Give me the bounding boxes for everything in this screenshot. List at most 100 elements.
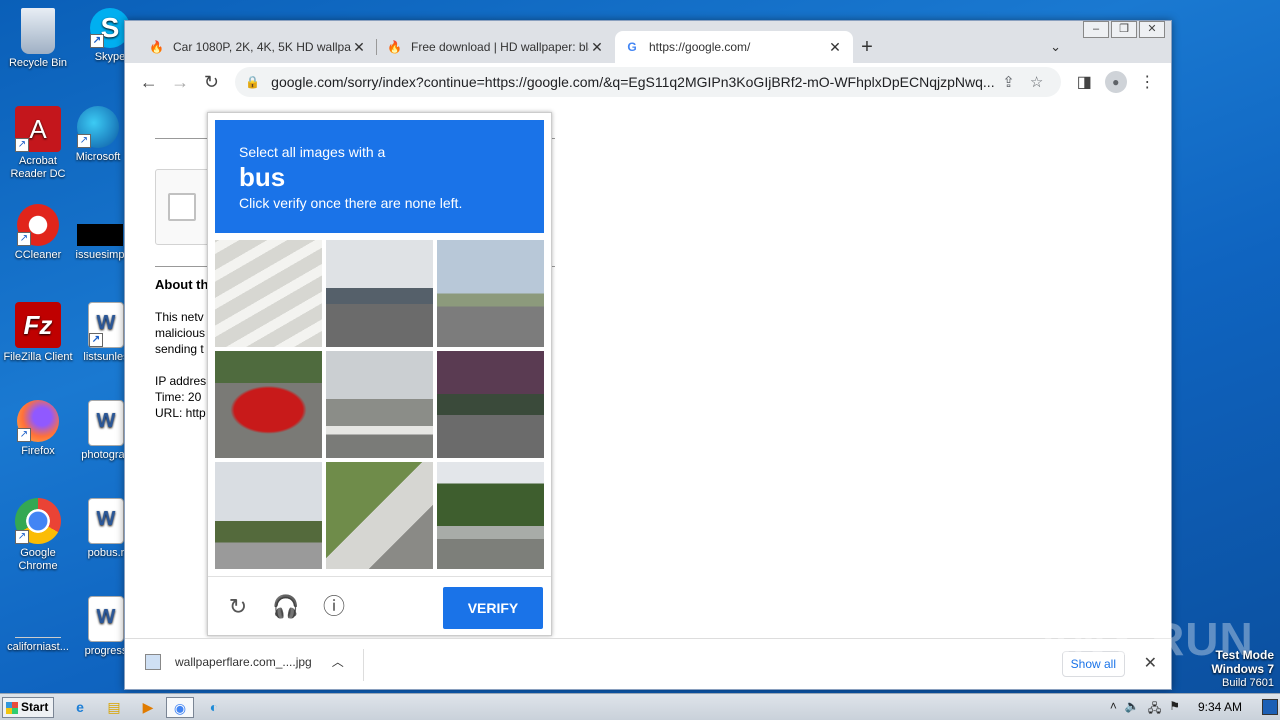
chrome-taskbar-icon[interactable]: ◉ xyxy=(166,697,194,718)
shortcut-arrow-icon: ↗ xyxy=(89,333,103,347)
image-tile-red-jeep[interactable] xyxy=(215,351,322,458)
media-player-icon[interactable]: ▶ xyxy=(134,697,162,718)
back-button[interactable]: ← xyxy=(133,67,164,97)
system-tray: ˄ 🔈 🖧 ⚑ xyxy=(1110,699,1180,720)
image-tile-crosswalk[interactable] xyxy=(215,240,322,347)
desktop-icon-label: californiast... xyxy=(7,641,69,653)
recaptcha-checkbox[interactable] xyxy=(168,193,196,221)
taskbar: Start e ▤ ▶ ◉ ◐ ˄ 🔈 🖧 ⚑ 9:34 AM xyxy=(0,693,1280,720)
test-mode-notice: Test Mode Windows 7 Build 7601 xyxy=(1211,648,1274,690)
close-icon[interactable]: ✕ xyxy=(827,39,843,56)
close-icon[interactable]: ✕ xyxy=(351,39,367,56)
profile-icon[interactable]: ● xyxy=(1104,71,1127,93)
desktop-icon-firefox[interactable]: ↗ Firefox xyxy=(0,400,76,458)
menu-icon[interactable]: ⋮ xyxy=(1132,72,1163,92)
chrome-icon: ↗ xyxy=(15,498,61,544)
tab-car-wallpapers[interactable]: 🔥 Car 1080P, 2K, 4K, 5K HD wallpapers ✕ xyxy=(139,31,377,63)
volume-icon[interactable]: 🔈 xyxy=(1125,699,1140,720)
chevron-down-icon[interactable]: ⌄ xyxy=(1050,31,1061,63)
close-icon[interactable]: ✕ xyxy=(589,39,605,56)
side-panel-icon[interactable]: ◨ xyxy=(1069,72,1100,92)
about-heading: About th xyxy=(155,277,209,292)
firefox-icon: ↗ xyxy=(17,400,59,442)
flame-icon: 🔥 xyxy=(387,40,402,54)
lock-icon: 🔒 xyxy=(245,75,261,89)
image-tile-highway-skyline[interactable] xyxy=(326,240,433,347)
text-line: sending t xyxy=(155,342,204,356)
tab-title: https://google.com/ xyxy=(649,40,751,54)
challenge-footer: ↻ 🎧 ⓘ VERIFY xyxy=(208,576,551,636)
word-doc-icon: W xyxy=(88,498,124,544)
blank-file-icon xyxy=(15,596,61,638)
clock[interactable]: 9:34 AM xyxy=(1198,700,1242,714)
request-info: IP addres Time: 20 URL: http xyxy=(155,373,210,421)
google-icon: G xyxy=(627,40,637,54)
desktop-icon-recycle-bin[interactable]: Recycle Bin xyxy=(0,8,76,70)
divider xyxy=(363,649,364,681)
desktop-icon-label: Google Chrome xyxy=(18,547,58,572)
desktop-icon-label: Recycle Bin xyxy=(8,57,68,69)
desktop-icon-label: Firefox xyxy=(21,445,55,457)
word-doc-icon: W xyxy=(88,400,124,446)
forward-button[interactable]: → xyxy=(164,67,195,97)
tab-strip: 🔥 Car 1080P, 2K, 4K, 5K HD wallpapers ✕ … xyxy=(125,31,1171,63)
ccleaner-icon: ↗ xyxy=(17,204,59,246)
desktop-icon-filezilla[interactable]: Fz FileZilla Client xyxy=(0,302,76,364)
shortcut-arrow-icon: ↗ xyxy=(17,232,31,246)
ie-icon[interactable]: e xyxy=(66,697,94,718)
address-bar[interactable]: 🔒 google.com/sorry/index?continue=https:… xyxy=(235,67,1061,97)
desktop-icon-label: FileZilla Client xyxy=(3,351,73,363)
page-content: About th This netv malicious sending t I… xyxy=(125,101,1171,638)
info-icon[interactable]: ⓘ xyxy=(320,593,348,621)
share-icon[interactable]: ⇪ xyxy=(995,73,1023,91)
start-button[interactable]: Start xyxy=(2,697,54,718)
desktop-icon-californiast[interactable]: californiast... xyxy=(0,596,76,654)
download-item[interactable]: wallpaperflare.com_....jpg ︿ xyxy=(145,653,344,670)
desktop-icon-chrome[interactable]: ↗ Google Chrome xyxy=(0,498,76,573)
headphones-icon[interactable]: 🎧 xyxy=(272,593,300,621)
challenge-target: bus xyxy=(239,162,286,192)
test-mode-label: Test Mode xyxy=(1215,648,1274,662)
word-doc-icon: W ↗ xyxy=(88,302,124,348)
recaptcha-challenge: Select all images with a bus Click verif… xyxy=(207,112,552,636)
explorer-icon[interactable]: ▤ xyxy=(100,697,128,718)
flag-icon[interactable]: ⚑ xyxy=(1169,699,1180,720)
tab-google[interactable]: G https://google.com/ ✕ xyxy=(615,31,853,63)
verify-button[interactable]: VERIFY xyxy=(443,587,543,629)
download-filename: wallpaperflare.com_....jpg xyxy=(175,654,312,669)
image-tile-underpass[interactable] xyxy=(437,351,544,458)
text-line: This netv xyxy=(155,310,204,324)
challenge-hint: Click verify once there are none left. xyxy=(239,195,463,211)
edge-taskbar-icon[interactable]: ◐ xyxy=(200,697,228,718)
url-text: google.com/sorry/index?continue=https://… xyxy=(271,74,995,90)
reload-button[interactable]: ↻ xyxy=(196,67,227,97)
tab-free-download[interactable]: 🔥 Free download | HD wallpaper: black ✕ xyxy=(377,31,615,63)
start-label: Start xyxy=(21,700,49,714)
star-icon[interactable]: ☆ xyxy=(1023,73,1051,91)
build-label: Build 7601 xyxy=(1222,677,1274,689)
image-tile-street-intersection[interactable] xyxy=(437,240,544,347)
image-tile-palm-trees[interactable] xyxy=(215,462,322,569)
about-paragraph: This netv malicious sending t xyxy=(155,309,210,357)
image-grid xyxy=(215,240,545,569)
show-desktop-button[interactable] xyxy=(1262,699,1278,715)
image-tile-stairs[interactable] xyxy=(326,462,433,569)
black-file-icon xyxy=(77,224,123,246)
reload-icon[interactable]: ↻ xyxy=(224,593,252,621)
image-tile-guardrail-trees[interactable] xyxy=(437,462,544,569)
download-bar: wallpaperflare.com_....jpg ︿ Show all ✕ xyxy=(125,638,1171,689)
text-line: URL: http xyxy=(155,406,206,420)
shortcut-arrow-icon: ↗ xyxy=(15,138,29,152)
browser-window: – ❐ ✕ 🔥 Car 1080P, 2K, 4K, 5K HD wallpap… xyxy=(124,20,1172,690)
network-icon[interactable]: 🖧 xyxy=(1148,699,1161,720)
shortcut-arrow-icon: ↗ xyxy=(77,134,91,148)
os-label: Windows 7 xyxy=(1211,662,1274,676)
new-tab-button[interactable]: + xyxy=(853,31,881,63)
image-tile-freeway-wall[interactable] xyxy=(326,351,433,458)
tray-expand-icon[interactable]: ˄ xyxy=(1110,699,1117,720)
windows-logo-icon xyxy=(6,702,18,714)
chevron-up-icon[interactable]: ︿ xyxy=(332,653,344,670)
edge-icon: ↗ xyxy=(77,106,119,148)
shortcut-arrow-icon: ↗ xyxy=(90,34,104,48)
text-line: malicious xyxy=(155,326,206,340)
